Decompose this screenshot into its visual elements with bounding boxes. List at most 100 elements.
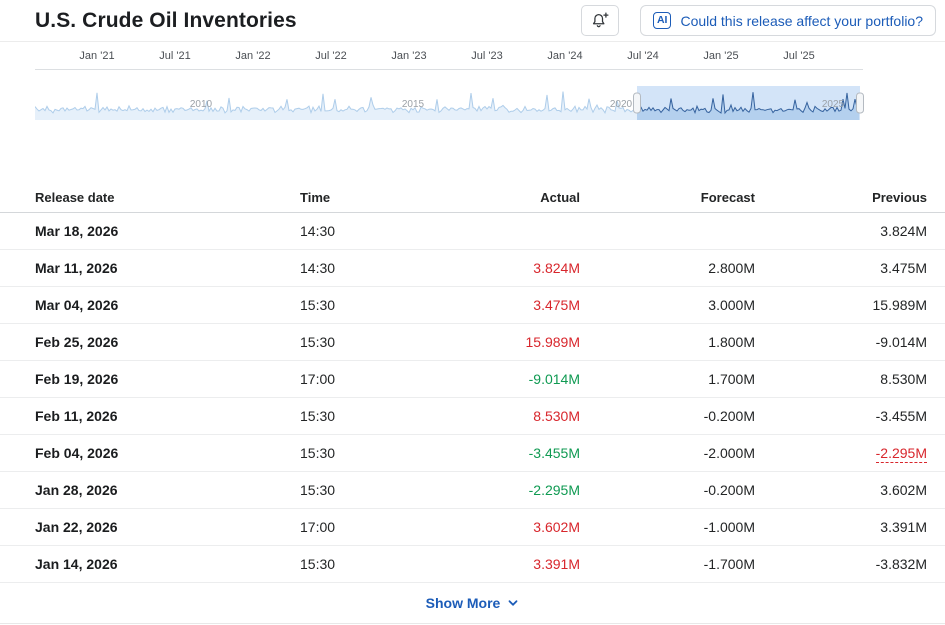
actual-cell: 8.530M <box>425 408 580 424</box>
previous-value: -3.455M <box>875 408 927 424</box>
axis-label: Jan '25 <box>703 50 739 62</box>
previous-value: -9.014M <box>875 334 927 350</box>
actual-cell: 3.824M <box>425 260 580 276</box>
actual-cell: -3.455M <box>425 445 580 461</box>
chart-section: Jan '21 Jul '21 Jan '22 Jul '22 Jan '23 Jul '… <box>0 42 945 120</box>
previous-value: -2.295M <box>875 445 927 463</box>
forecast-cell: -1.700M <box>703 556 755 572</box>
time-cell: 15:30 <box>300 297 336 313</box>
table-row[interactable]: Feb 19, 2026 17:00 -9.014M 1.700M 8.530M <box>0 361 945 398</box>
forecast-cell: -1.000M <box>703 519 755 535</box>
actual-value: 3.824M <box>533 260 580 276</box>
previous-cell: 3.475M <box>755 260 927 276</box>
page-header: U.S. Crude Oil Inventories AI Could this… <box>0 0 945 42</box>
brush-handle[interactable] <box>633 92 641 114</box>
actual-cell: 3.391M <box>425 556 580 572</box>
axis-label: Jan '22 <box>235 50 271 62</box>
actual-cell: 15.989M <box>425 334 580 350</box>
forecast-cell: -0.200M <box>703 482 755 498</box>
previous-cell: -2.295M <box>755 445 927 463</box>
table-row[interactable]: Jan 28, 2026 15:30 -2.295M -0.200M 3.602M <box>0 472 945 509</box>
previous-cell: 3.602M <box>755 482 927 498</box>
axis-label: Jul '25 <box>783 50 815 62</box>
ai-badge-icon: AI <box>652 12 672 29</box>
release-date-cell: Jan 28, 2026 <box>35 482 118 498</box>
actual-cell: 3.475M <box>425 297 580 313</box>
table-row[interactable]: Mar 18, 2026 14:30 3.824M <box>0 213 945 250</box>
show-more-row: Show More <box>0 583 945 624</box>
previous-cell: 8.530M <box>755 371 927 387</box>
column-header-forecast: Forecast <box>700 189 755 205</box>
forecast-cell: 2.800M <box>708 260 755 276</box>
previous-cell: 3.391M <box>755 519 927 535</box>
show-more-button[interactable]: Show More <box>420 594 526 612</box>
brush-handle[interactable] <box>856 92 864 114</box>
previous-value: 15.989M <box>872 297 927 313</box>
table-row[interactable]: Jan 22, 2026 17:00 3.602M -1.000M 3.391M <box>0 509 945 546</box>
table-row[interactable]: Mar 11, 2026 14:30 3.824M 2.800M 3.475M <box>0 250 945 287</box>
column-header-actual: Actual <box>540 189 580 205</box>
previous-value: 3.475M <box>880 260 927 276</box>
axis-label: Jan '23 <box>391 50 427 62</box>
navigator-year-label: 2015 <box>402 99 425 110</box>
previous-cell: 15.989M <box>755 297 927 313</box>
table-row[interactable]: Mar 04, 2026 15:30 3.475M 3.000M 15.989M <box>0 287 945 324</box>
crude-oil-inventories-page: U.S. Crude Oil Inventories AI Could this… <box>0 0 945 625</box>
ai-button-label: Could this release affect your portfolio… <box>680 12 923 29</box>
time-cell: 14:30 <box>300 223 336 239</box>
column-header-release-date: Release date <box>35 189 115 205</box>
forecast-cell: 1.800M <box>708 334 755 350</box>
previous-cell: -9.014M <box>755 334 927 350</box>
axis-label: Jul '23 <box>471 50 503 62</box>
actual-value: 3.391M <box>533 556 580 572</box>
axis-label: Jan '24 <box>547 50 583 62</box>
page-title: U.S. Crude Oil Inventories <box>35 8 297 32</box>
actual-value: -2.295M <box>528 482 580 498</box>
actual-value: -3.455M <box>528 445 580 461</box>
time-cell: 17:00 <box>300 371 336 387</box>
releases-table: Release date Time Actual Forecast Previous M… <box>0 182 945 583</box>
actual-value: 3.475M <box>533 297 580 313</box>
axis-label: Jul '22 <box>315 50 347 62</box>
chart-axis-labels: Jan '21 Jul '21 Jan '22 Jul '22 Jan '23 Jul '… <box>35 42 863 70</box>
previous-cell: -3.832M <box>755 556 927 572</box>
previous-cell: 3.824M <box>755 223 927 239</box>
actual-cell: -2.295M <box>425 482 580 498</box>
axis-label: Jul '24 <box>627 50 659 62</box>
table-row[interactable]: Feb 04, 2026 15:30 -3.455M -2.000M -2.295M <box>0 435 945 472</box>
forecast-cell: 3.000M <box>708 297 755 313</box>
table-row[interactable]: Jan 14, 2026 15:30 3.391M -1.700M -3.832M <box>0 546 945 583</box>
release-date-cell: Feb 04, 2026 <box>35 445 119 461</box>
previous-value: 3.602M <box>880 482 927 498</box>
table-header-row: Release date Time Actual Forecast Previous <box>0 182 945 213</box>
actual-value: 3.602M <box>533 519 580 535</box>
release-date-cell: Jan 14, 2026 <box>35 556 118 572</box>
bell-plus-icon <box>590 11 609 30</box>
time-cell: 15:30 <box>300 445 336 461</box>
previous-value: -3.832M <box>875 556 927 572</box>
show-more-label: Show More <box>425 595 501 611</box>
previous-value: 3.824M <box>880 223 927 239</box>
actual-value: 15.989M <box>525 334 580 350</box>
chart-range-navigator[interactable]: 2010 2015 2020 2025 <box>35 86 865 120</box>
ai-portfolio-button[interactable]: AI Could this release affect your portfo… <box>639 5 936 36</box>
axis-label: Jan '21 <box>79 50 115 62</box>
table-body: Mar 18, 2026 14:30 3.824M Mar 11, 2026 14:30… <box>0 213 945 583</box>
navigator-year-label: 2020 <box>610 99 633 110</box>
time-cell: 15:30 <box>300 334 336 350</box>
release-date-cell: Mar 04, 2026 <box>35 297 119 313</box>
table-row[interactable]: Feb 25, 2026 15:30 15.989M 1.800M -9.014M <box>0 324 945 361</box>
navigator-sparkline[interactable]: 2010 2015 2020 2025 <box>35 86 865 120</box>
release-date-cell: Mar 11, 2026 <box>35 260 118 276</box>
chevron-down-icon <box>507 597 519 609</box>
previous-value: 8.530M <box>880 371 927 387</box>
previous-value: 3.391M <box>880 519 927 535</box>
create-alert-button[interactable] <box>580 5 619 36</box>
actual-value: 8.530M <box>533 408 580 424</box>
forecast-cell: -0.200M <box>703 408 755 424</box>
table-row[interactable]: Feb 11, 2026 15:30 8.530M -0.200M -3.455M <box>0 398 945 435</box>
actual-cell: 3.602M <box>425 519 580 535</box>
release-date-cell: Mar 18, 2026 <box>35 223 119 239</box>
column-header-previous: Previous <box>872 189 927 205</box>
navigator-year-label: 2010 <box>190 99 213 110</box>
